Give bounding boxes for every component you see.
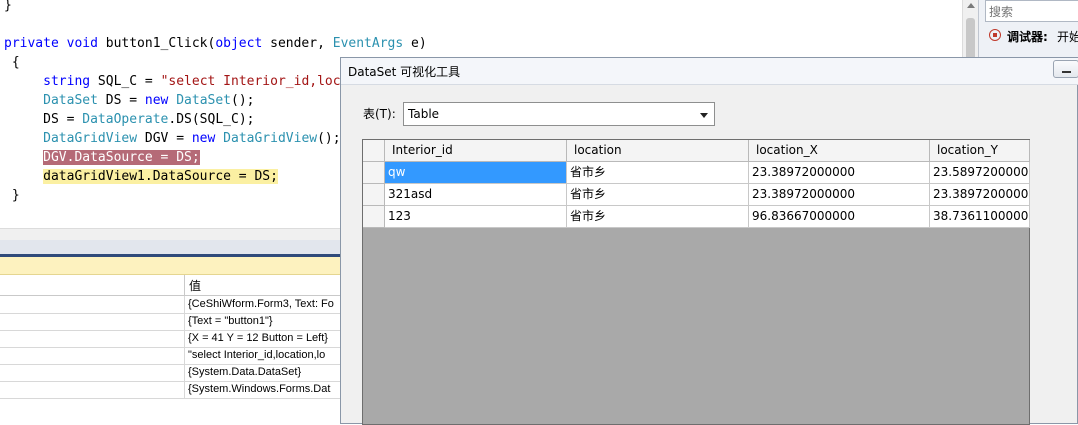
row-divider: [184, 381, 185, 398]
code-token: string: [43, 74, 91, 89]
debugger-notification[interactable]: 调试器: 开始调: [985, 26, 1078, 46]
locals-row[interactable]: {CeShiWform.Form3, Text: Fo: [0, 296, 345, 314]
code-token: new: [191, 131, 224, 146]
data-grid[interactable]: Interior_id location location_X location_Yq…: [362, 139, 1030, 425]
code-token: private void: [4, 36, 106, 51]
grid-cell[interactable]: 省市乡: [567, 184, 749, 206]
grid-cell[interactable]: 23.38972000000: [749, 162, 930, 184]
scroll-up-arrow-icon[interactable]: [967, 3, 975, 8]
code-line[interactable]: DGV.DataSource = DS;: [4, 148, 200, 167]
code-token: DGV =: [137, 131, 192, 146]
locals-row[interactable]: {System.Windows.Forms.Dat: [0, 381, 345, 399]
locals-value: {System.Windows.Forms.Dat: [188, 383, 331, 395]
row-divider: [184, 330, 185, 347]
dataset-visualizer-dialog: DataSet 可视化工具 表(T): Table Interior_id loc…: [340, 57, 1078, 425]
debugger-text: 开始调: [1057, 30, 1078, 44]
table-select[interactable]: Table: [403, 102, 715, 126]
minimize-button[interactable]: [1053, 60, 1078, 78]
grid-cell[interactable]: 123: [385, 206, 567, 228]
column-header-location-x[interactable]: location_X: [749, 140, 930, 162]
grid-cell[interactable]: 省市乡: [567, 206, 749, 228]
row-divider: [184, 364, 185, 381]
code-token: DS =: [97, 93, 145, 108]
grid-cell[interactable]: 省市乡: [567, 162, 749, 184]
code-token: e): [403, 36, 427, 51]
dialog-title: DataSet 可视化工具: [348, 65, 461, 79]
code-token: dataGridView1.DataSource = DS;: [43, 169, 278, 184]
table-label: 表(T):: [363, 107, 396, 121]
code-token: button1_Click(: [105, 36, 216, 51]
locals-value: {CeShiWform.Form3, Text: Fo: [188, 298, 334, 310]
grid-cell[interactable]: 38.73611000000: [930, 206, 1030, 228]
locals-value: {Text = "button1"}: [188, 315, 273, 327]
locals-value: {System.Data.DataSet}: [188, 366, 302, 378]
locals-row[interactable]: {Text = "button1"}: [0, 313, 345, 331]
grid-cell[interactable]: 321asd: [385, 184, 567, 206]
code-line[interactable]: DS = DataOperate.DS(SQL_C);: [4, 110, 254, 129]
code-token: ();: [231, 93, 255, 108]
grid-cell[interactable]: 23.58972000000: [930, 162, 1030, 184]
locals-toolbar: [0, 257, 345, 275]
code-line[interactable]: {: [4, 53, 20, 72]
search-box[interactable]: [985, 0, 1078, 22]
code-token: "select Interior_id,loc: [160, 74, 341, 89]
locals-value: "select Interior_id,location,lo: [188, 349, 326, 361]
locals-value: {X = 41 Y = 12 Button = Left}: [188, 332, 328, 344]
code-line[interactable]: private void button1_Click(object sender…: [4, 34, 427, 53]
dialog-titlebar[interactable]: DataSet 可视化工具: [341, 58, 1078, 85]
column-header-location[interactable]: location: [567, 140, 749, 162]
stop-icon: [989, 29, 1001, 41]
row-divider: [184, 313, 185, 330]
grid-cell[interactable]: 96.83667000000: [749, 206, 930, 228]
grid-cell[interactable]: 23.38972000000: [749, 184, 930, 206]
locals-row[interactable]: {System.Data.DataSet}: [0, 364, 345, 382]
code-line[interactable]: dataGridView1.DataSource = DS;: [4, 167, 278, 186]
table-select-value: Table: [408, 107, 440, 121]
code-line[interactable]: }: [4, 0, 12, 15]
search-input[interactable]: [989, 3, 1077, 21]
code-token: DataOperate: [82, 112, 169, 127]
locals-row[interactable]: {X = 41 Y = 12 Button = Left}: [0, 330, 345, 348]
grid-corner-header[interactable]: [363, 140, 385, 162]
row-header[interactable]: [363, 206, 385, 228]
code-token: DGV.DataSource = DS;: [43, 150, 200, 165]
code-token: DataGridView: [43, 131, 138, 146]
code-token: new: [144, 93, 177, 108]
code-token: DataSet: [176, 93, 232, 108]
debugger-label: 调试器:: [1007, 30, 1048, 44]
code-line[interactable]: string SQL_C = "select Interior_id,loc: [4, 72, 341, 91]
code-token: EventArgs: [332, 36, 404, 51]
code-token: DataGridView: [223, 131, 318, 146]
column-splitter[interactable]: [184, 275, 185, 295]
code-line[interactable]: DataSet DS = new DataSet();: [4, 91, 255, 110]
code-token: object: [215, 36, 263, 51]
code-token: SQL_C =: [90, 74, 161, 89]
grid-cell[interactable]: 23.38972000000: [930, 184, 1030, 206]
code-line[interactable]: DataGridView DGV = new DataGridView();: [4, 129, 341, 148]
code-token: ();: [317, 131, 341, 146]
code-line[interactable]: }: [4, 186, 20, 205]
code-token: sender,: [262, 36, 333, 51]
column-header-location-y[interactable]: location_Y: [930, 140, 1030, 162]
row-header[interactable]: [363, 162, 385, 184]
code-token: DS =: [4, 112, 83, 127]
column-header-interior-id[interactable]: Interior_id: [385, 140, 567, 162]
row-header[interactable]: [363, 184, 385, 206]
row-divider: [184, 347, 185, 364]
grid-cell[interactable]: qw: [385, 162, 567, 184]
code-token: DataSet: [43, 93, 98, 108]
locals-window: 值 {CeShiWform.Form3, Text: Fo {Text = "bu…: [0, 257, 345, 424]
locals-row[interactable]: "select Interior_id,location,lo: [0, 347, 345, 365]
locals-header: 值: [0, 275, 345, 296]
chevron-down-icon[interactable]: [700, 113, 708, 118]
row-divider: [184, 296, 185, 313]
value-column-header[interactable]: 值: [189, 277, 201, 294]
code-token: .DS(SQL_C);: [168, 112, 255, 127]
